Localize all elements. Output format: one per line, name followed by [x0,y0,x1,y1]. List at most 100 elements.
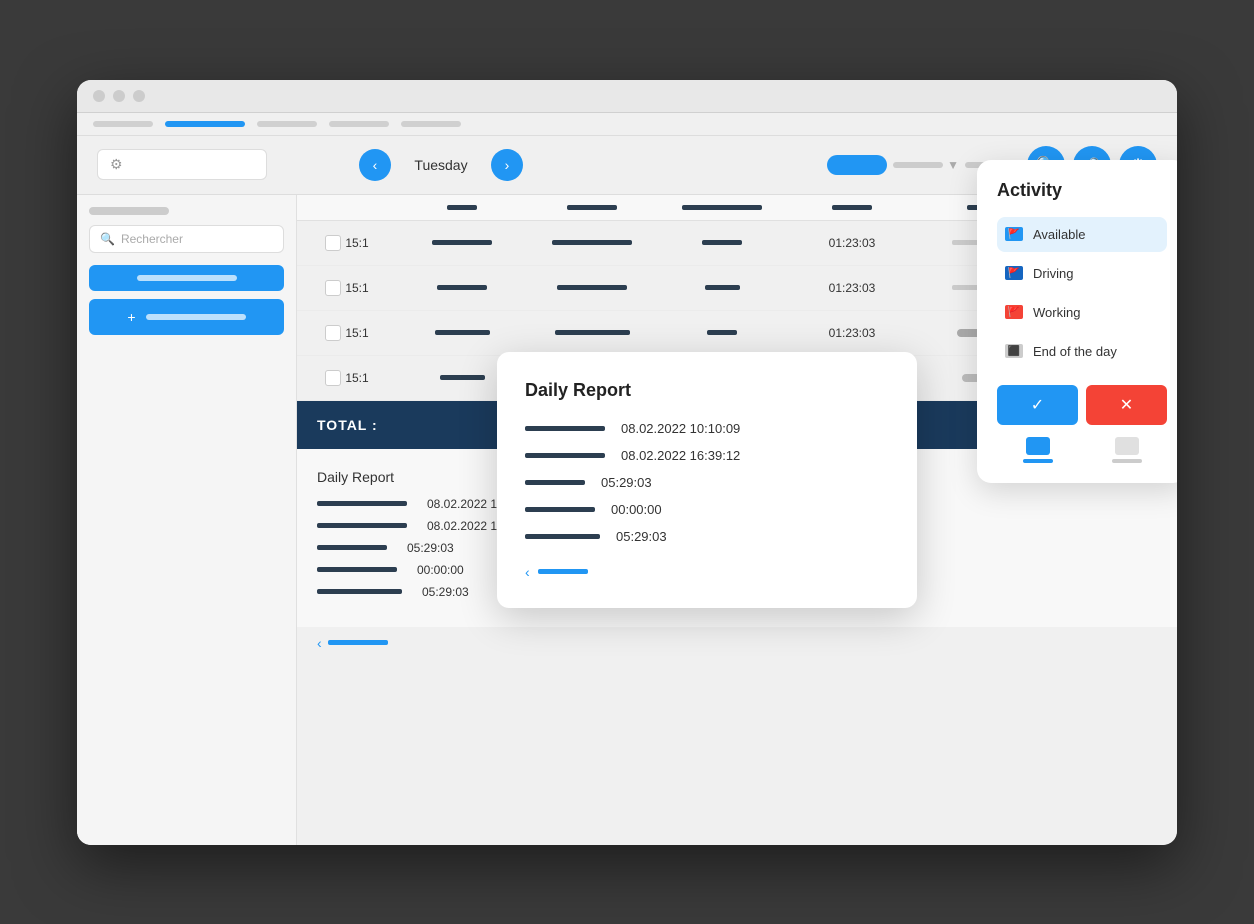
row2-col1 [397,277,527,298]
tab-1[interactable] [93,121,153,127]
traffic-light-yellow [113,90,125,102]
row4-time: 15:1 [345,371,368,385]
activity-nav-bar-1 [1023,459,1053,463]
flag-available: 🚩 [1005,227,1023,241]
plus-icon: + [127,309,135,325]
sidebar-primary-button[interactable] [89,265,284,291]
report-value-5: 05:29:03 [422,585,469,599]
sidebar-btn-bar-2 [146,314,246,320]
scroll-left-arrow[interactable]: ‹ [317,635,322,651]
activity-title: Activity [997,180,1167,201]
row1-col3 [657,232,787,253]
header-cell-2 [527,205,657,210]
tab-4[interactable] [329,121,389,127]
sidebar-search[interactable]: 🔍 Rechercher [89,225,284,253]
row2-check: 15:1 [297,272,397,304]
checkbox-4[interactable] [325,370,341,386]
tab-3[interactable] [257,121,317,127]
row3-duration: 01:23:03 [829,326,876,340]
row3-bar-2 [555,330,630,335]
flag-end-of-day: ⬛ [1005,344,1023,358]
sidebar-title-bar [89,207,169,215]
modal-value-3: 05:29:03 [601,475,652,490]
tab-2[interactable] [165,121,245,127]
activity-cancel-button[interactable]: ✕ [1086,385,1167,425]
sidebar-search-icon: 🔍 [100,232,115,246]
header-cell-0 [297,205,397,210]
sidebar-add-button[interactable]: + [89,299,284,335]
header-bar-1 [447,205,477,210]
modal-row-3: 05:29:03 [525,475,889,490]
checkbox-1[interactable] [325,235,341,251]
row1-bar-1 [432,240,492,245]
traffic-light-red [93,90,105,102]
header-bar-4 [832,205,872,210]
report-bar-5 [317,589,402,594]
row2-time-val: 01:23:03 [787,273,917,303]
flag-driving: 🚩 [1005,266,1023,280]
modal-bar-2 [525,453,605,458]
zoom-options: ▼ [893,158,959,172]
modal-row-2: 08.02.2022 16:39:12 [525,448,889,463]
row3-check: 15:1 [297,317,397,349]
activity-nav-item-2[interactable] [1086,437,1167,463]
row1-bar-2 [552,240,632,245]
org-icon: ⚙ [110,156,123,173]
activity-confirm-button[interactable]: ✓ [997,385,1078,425]
activity-item-end-of-day[interactable]: ⬛ End of the day [997,334,1167,369]
report-value-3: 05:29:03 [407,541,454,555]
activity-nav-icon-2 [1115,437,1139,455]
toolbar-search-box[interactable]: ⚙ [97,149,267,180]
header-cell-4 [787,205,917,210]
modal-bar-3 [525,480,585,485]
row4-bar-1 [440,375,485,380]
modal-value-1: 08.02.2022 10:10:09 [621,421,740,436]
header-bar-3 [682,205,762,210]
row2-bar-2 [557,285,627,290]
activity-footer: ✓ ✕ [997,385,1167,425]
flag-working: 🚩 [1005,305,1023,319]
daily-report-modal: Daily Report 08.02.2022 10:10:09 08.02.2… [497,352,917,608]
activity-panel: Activity 🚩 Available 🚩 Driving 🚩 Working… [977,160,1177,483]
activity-nav-icon-1 [1026,437,1050,455]
row3-col2 [527,322,657,343]
modal-title: Daily Report [525,380,889,401]
row3-bar-3 [707,330,737,335]
row2-bar-1 [437,285,487,290]
activity-item-available[interactable]: 🚩 Available [997,217,1167,252]
browser-tabs [77,113,1177,136]
row2-col2 [527,277,657,298]
activity-nav-bar-2 [1112,459,1142,463]
row2-bar-3 [705,285,740,290]
prev-day-button[interactable]: ‹ [359,149,391,181]
modal-footer: ‹ [525,564,889,580]
titlebar [77,80,1177,113]
modal-value-2: 08.02.2022 16:39:12 [621,448,740,463]
row3-col3 [657,322,787,343]
browser-window: ⚙ ‹ Tuesday › ▼ 🔍 🔎 ⚙ [77,80,1177,845]
checkbox-3[interactable] [325,325,341,341]
scroll-bar[interactable] [328,640,388,645]
report-bar-3 [317,545,387,550]
next-day-button[interactable]: › [491,149,523,181]
activity-item-driving[interactable]: 🚩 Driving [997,256,1167,291]
modal-value-5: 05:29:03 [616,529,667,544]
total-label: TOTAL : [317,417,378,433]
activity-label-driving: Driving [1033,266,1073,281]
zoom-bar[interactable] [827,155,887,175]
modal-row-1: 08.02.2022 10:10:09 [525,421,889,436]
row1-time-val: 01:23:03 [787,228,917,258]
activity-nav-item-1[interactable] [997,437,1078,463]
scroll-hint: ‹ [297,627,1177,659]
activity-item-working[interactable]: 🚩 Working [997,295,1167,330]
modal-back-arrow[interactable]: ‹ [525,564,530,580]
zoom-option-1 [893,162,943,168]
checkbox-2[interactable] [325,280,341,296]
modal-row-4: 00:00:00 [525,502,889,517]
modal-value-4: 00:00:00 [611,502,662,517]
row2-duration: 01:23:03 [829,281,876,295]
tab-5[interactable] [401,121,461,127]
activity-label-end-of-day: End of the day [1033,344,1117,359]
row1-col2 [527,232,657,253]
modal-back-bar[interactable] [538,569,588,574]
